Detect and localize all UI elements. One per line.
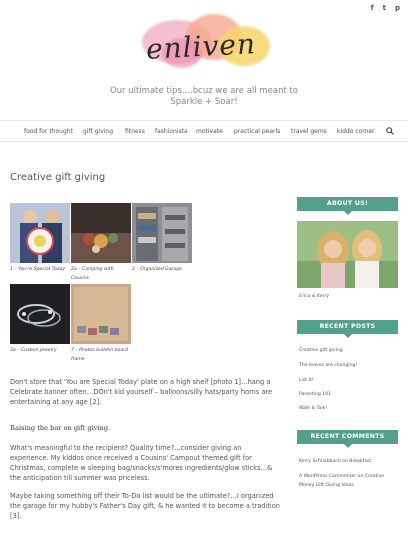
post-subheading: Raising the bar on gift giving. <box>10 424 111 432</box>
recent-post-link[interactable]: Parenting 101 <box>299 392 331 397</box>
post-paragraph-1: Don't store that 'You are Special Today'… <box>10 378 273 406</box>
recent-post-link[interactable]: The leaves are changing! <box>299 363 357 368</box>
twitter-icon[interactable]: t <box>383 4 386 12</box>
photo-jewelry[interactable] <box>10 284 70 344</box>
social-links: f t p <box>371 4 400 12</box>
photo-special-plate[interactable] <box>10 203 70 263</box>
caption-campout: 2a – Camping with Cousins <box>71 267 114 281</box>
logo-wordmark: enliven <box>145 27 257 66</box>
caption-special-plate: 1 – You're Special Today <box>10 267 66 272</box>
about-widget-title: ABOUT US! <box>297 197 398 215</box>
caption-jewelry: 3a – Custom jewelry <box>10 348 57 353</box>
nav-item-practical-pearls[interactable]: practical pearls <box>234 128 280 135</box>
photo-garage-art <box>132 203 192 263</box>
recent-post-link[interactable]: Creative gift giving <box>299 348 343 353</box>
recent-post-link[interactable]: Walk & Talk! <box>299 406 327 411</box>
main-nav: food for thought gift giving fitness fas… <box>0 120 408 142</box>
photo-campout[interactable] <box>71 203 131 263</box>
site-tagline: Our ultimate tips....bcuz we are all mea… <box>0 86 408 108</box>
photo-garage[interactable] <box>132 203 192 263</box>
about-photo <box>297 221 398 288</box>
about-caption: Erica & Kerry <box>299 294 330 299</box>
nav-item-fashionista[interactable]: fashionista <box>155 128 188 135</box>
site-logo[interactable]: enliven <box>132 8 278 82</box>
photo-special-plate-art <box>10 203 70 263</box>
about-photo-art <box>297 221 398 288</box>
post-title[interactable]: Creative gift giving <box>10 172 105 183</box>
nav-item-food-for-thought[interactable]: food for thought <box>24 128 73 135</box>
nav-item-gift-giving[interactable]: gift giving <box>83 128 113 135</box>
pinterest-icon[interactable]: p <box>395 4 400 12</box>
recent-comment-link[interactable]: Kerry Schnabbach on Breakfast <box>299 459 371 464</box>
recent-comment-link[interactable]: A WordPress Commenter on Creative <box>299 474 384 479</box>
post-paragraph-2: What's meaningful to the recipient? Qual… <box>10 444 273 482</box>
tagline-line-1: Our ultimate tips....bcuz we are all mea… <box>109 86 299 96</box>
nav-item-kiddo-corner[interactable]: kiddo corner <box>337 128 375 135</box>
post-paragraph-3: Maybe taking something off their To-Do l… <box>10 492 280 520</box>
recent-comments-title: RECENT COMMENTS <box>297 430 398 448</box>
nav-item-motivate[interactable]: motivate <box>196 128 223 135</box>
recent-posts-title: RECENT POSTS <box>297 320 398 338</box>
recent-comment-link[interactable]: Money Gift Giving Ideas <box>299 483 354 488</box>
nav-item-travel-gems[interactable]: travel gems <box>291 128 327 135</box>
search-icon[interactable] <box>386 127 394 135</box>
nav-item-fitness[interactable]: fitness <box>125 128 145 135</box>
facebook-icon[interactable]: f <box>371 4 374 12</box>
photo-bulletin-board[interactable] <box>71 284 131 344</box>
photo-jewelry-art <box>10 284 70 344</box>
tagline-line-2: Sparkle + Soar! <box>170 97 238 107</box>
caption-garage: 3 – Organized Garage <box>132 267 182 272</box>
recent-post-link[interactable]: List It! <box>299 378 314 383</box>
photo-campout-art <box>71 203 131 263</box>
caption-bulletin-board: 7 – Photos bulletin board frame <box>71 348 129 362</box>
photo-bulletin-board-art <box>71 284 131 344</box>
